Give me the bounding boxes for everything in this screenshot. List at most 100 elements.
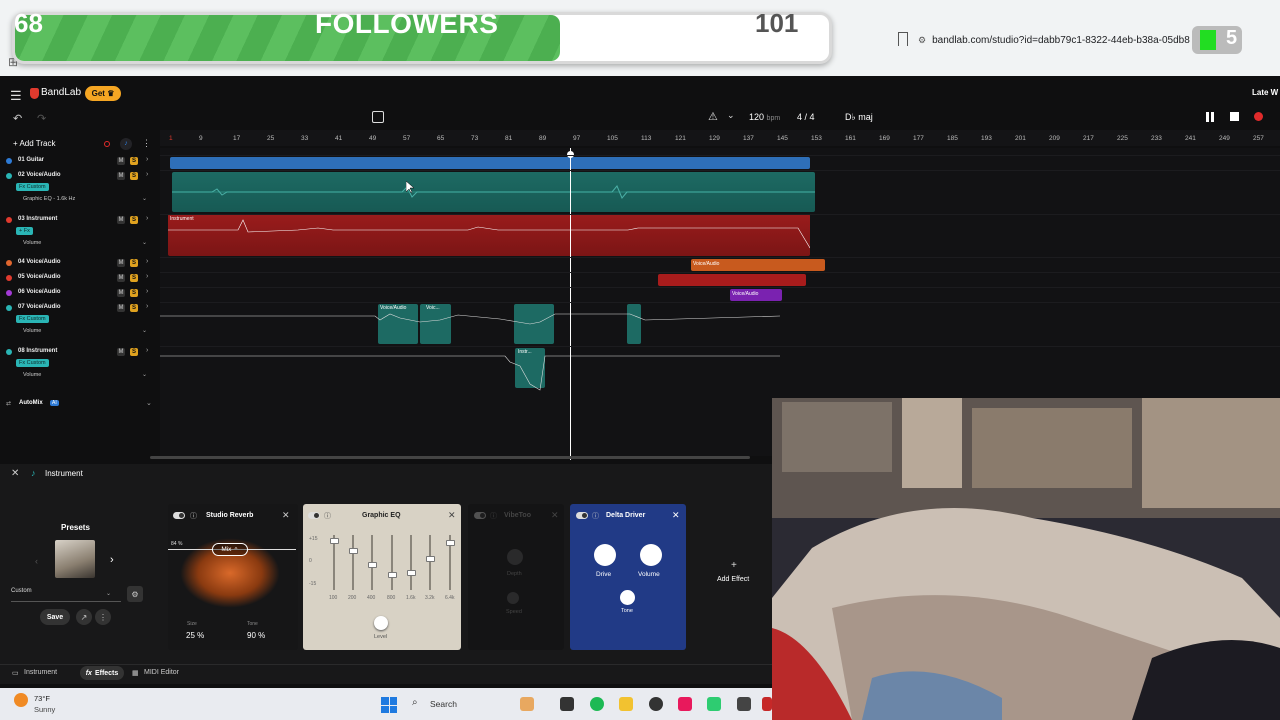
- taskbar-window-icon[interactable]: [560, 697, 574, 711]
- track-automation-param[interactable]: Volume: [23, 328, 41, 334]
- tab-instrument[interactable]: Instrument: [24, 669, 57, 676]
- playhead[interactable]: [570, 148, 571, 460]
- address-bar[interactable]: ⚙ bandlab.com/studio?id=dabb79c1-8322-44…: [918, 28, 1198, 52]
- clip-voice-05[interactable]: [658, 274, 806, 286]
- info-icon[interactable]: ⓘ: [324, 511, 331, 521]
- eq-level-knob[interactable]: [374, 616, 388, 630]
- info-icon[interactable]: ⓘ: [592, 511, 599, 521]
- info-icon[interactable]: ⓘ: [190, 511, 197, 521]
- preset-select[interactable]: Custom: [11, 588, 121, 602]
- close-icon[interactable]: ✕: [672, 510, 680, 521]
- mute-button[interactable]: M: [117, 259, 125, 267]
- chrome-icon[interactable]: [649, 697, 663, 711]
- driver-toggle[interactable]: [576, 512, 588, 519]
- clip-guitar[interactable]: [170, 157, 810, 169]
- track-name[interactable]: 04 Voice/Audio: [18, 259, 61, 265]
- preset-thumbnail[interactable]: [55, 540, 95, 578]
- vibe-depth-knob[interactable]: [507, 549, 523, 565]
- chevron-down-icon[interactable]: ⌄: [142, 239, 147, 246]
- clip-instrument-03[interactable]: Instrument: [168, 214, 810, 256]
- eq-band-handle[interactable]: [426, 556, 435, 562]
- solo-button[interactable]: S: [130, 289, 138, 297]
- chevron-right-icon[interactable]: ›: [146, 171, 148, 178]
- chevron-right-icon[interactable]: ›: [146, 347, 148, 354]
- chevron-down-icon[interactable]: ⌄: [142, 195, 147, 202]
- chevron-right-icon[interactable]: ›: [146, 273, 148, 280]
- get-membership-button[interactable]: Get ♛: [85, 86, 121, 101]
- tab-midi-editor[interactable]: MIDI Editor: [144, 669, 179, 676]
- track-automation-param[interactable]: Volume: [23, 372, 41, 378]
- pause-button[interactable]: [1205, 112, 1215, 122]
- chevron-right-icon[interactable]: ›: [110, 554, 114, 566]
- solo-button[interactable]: S: [130, 304, 138, 312]
- metronome-icon[interactable]: ⚠: [708, 110, 718, 123]
- solo-button[interactable]: S: [130, 216, 138, 224]
- eq-band-slider[interactable]: [410, 535, 412, 590]
- track-fx-badge[interactable]: Fx Custom: [16, 315, 49, 323]
- eq-band-slider[interactable]: [352, 535, 354, 590]
- tuner-icon[interactable]: ♪: [120, 138, 132, 150]
- undo-icon[interactable]: ↶: [13, 112, 22, 125]
- chevron-right-icon[interactable]: ›: [146, 215, 148, 222]
- mute-button[interactable]: M: [117, 274, 125, 282]
- automix-chevron-icon[interactable]: ⌄: [146, 399, 152, 407]
- solo-button[interactable]: S: [130, 274, 138, 282]
- solo-button[interactable]: S: [130, 172, 138, 180]
- chevron-down-icon[interactable]: ⌄: [142, 327, 147, 334]
- driver-tone-knob[interactable]: [620, 590, 635, 605]
- eq-toggle[interactable]: [308, 512, 320, 519]
- track-name[interactable]: 05 Voice/Audio: [18, 274, 61, 280]
- close-icon[interactable]: ✕: [11, 468, 19, 479]
- reverb-toggle[interactable]: [173, 512, 185, 519]
- automix-label[interactable]: AutoMix: [19, 400, 43, 406]
- add-effect-icon[interactable]: +: [731, 560, 737, 571]
- tiktok-icon[interactable]: [678, 697, 692, 711]
- chevron-down-icon[interactable]: ⌄: [727, 110, 735, 121]
- track-settings-icon[interactable]: ⋮: [142, 138, 151, 149]
- tempo-display[interactable]: 120 bpm: [749, 112, 780, 122]
- chevron-down-icon[interactable]: ⌄: [142, 371, 147, 378]
- add-track-button[interactable]: + Add Track: [13, 139, 55, 148]
- eq-band-slider[interactable]: [391, 535, 393, 590]
- app-icon[interactable]: [737, 697, 751, 711]
- chevron-right-icon[interactable]: ›: [146, 303, 148, 310]
- hamburger-menu-icon[interactable]: ☰: [10, 88, 22, 104]
- app-icon-partial[interactable]: [762, 697, 772, 711]
- clip-voice-04[interactable]: Voice/Audio: [691, 259, 825, 271]
- vibe-speed-knob[interactable]: [507, 592, 519, 604]
- chevron-down-icon[interactable]: ⌄: [106, 590, 111, 597]
- redo-icon[interactable]: ↷: [37, 112, 46, 125]
- track-name[interactable]: 07 Voice/Audio: [18, 304, 61, 310]
- chevron-right-icon[interactable]: ›: [146, 156, 148, 163]
- vibe-toggle[interactable]: [474, 512, 486, 519]
- add-effect-button[interactable]: Add Effect: [717, 576, 749, 583]
- track-fx-badge[interactable]: + Fx: [16, 227, 33, 235]
- weather-sun-icon[interactable]: [14, 693, 28, 707]
- solo-button[interactable]: S: [130, 157, 138, 165]
- reverb-size-value[interactable]: 25 %: [186, 631, 204, 640]
- site-info-icon[interactable]: ⚙: [918, 35, 926, 46]
- track-name[interactable]: 03 Instrument: [18, 216, 57, 222]
- driver-volume-knob[interactable]: [640, 544, 662, 566]
- timeline-ruler[interactable]: [160, 130, 1280, 146]
- track-fx-badge[interactable]: Fx Custom: [16, 183, 49, 191]
- solo-button[interactable]: S: [130, 348, 138, 356]
- bookmark-icon[interactable]: [898, 32, 908, 46]
- record-arm-icon[interactable]: [104, 141, 110, 147]
- more-icon[interactable]: ⋮: [95, 609, 111, 625]
- reverb-tone-value[interactable]: 90 %: [247, 631, 265, 640]
- track-automation-param[interactable]: Graphic EQ - 1.6k Hz: [23, 196, 75, 202]
- chevron-right-icon[interactable]: ›: [146, 288, 148, 295]
- keyboard-icon[interactable]: [372, 111, 384, 123]
- effect-delta-driver[interactable]: [570, 504, 686, 650]
- track-name[interactable]: 01 Guitar: [18, 157, 44, 163]
- key-signature[interactable]: D♭ maj: [845, 112, 873, 123]
- streamlabs-icon[interactable]: [707, 697, 721, 711]
- eq-band-handle[interactable]: [446, 540, 455, 546]
- weather-temperature[interactable]: 73°F: [34, 694, 50, 703]
- close-icon[interactable]: ✕: [282, 510, 290, 521]
- chevron-right-icon[interactable]: ›: [146, 258, 148, 265]
- mute-button[interactable]: M: [117, 157, 125, 165]
- eq-band-slider[interactable]: [429, 535, 431, 590]
- track-automation-param[interactable]: Volume: [23, 240, 41, 246]
